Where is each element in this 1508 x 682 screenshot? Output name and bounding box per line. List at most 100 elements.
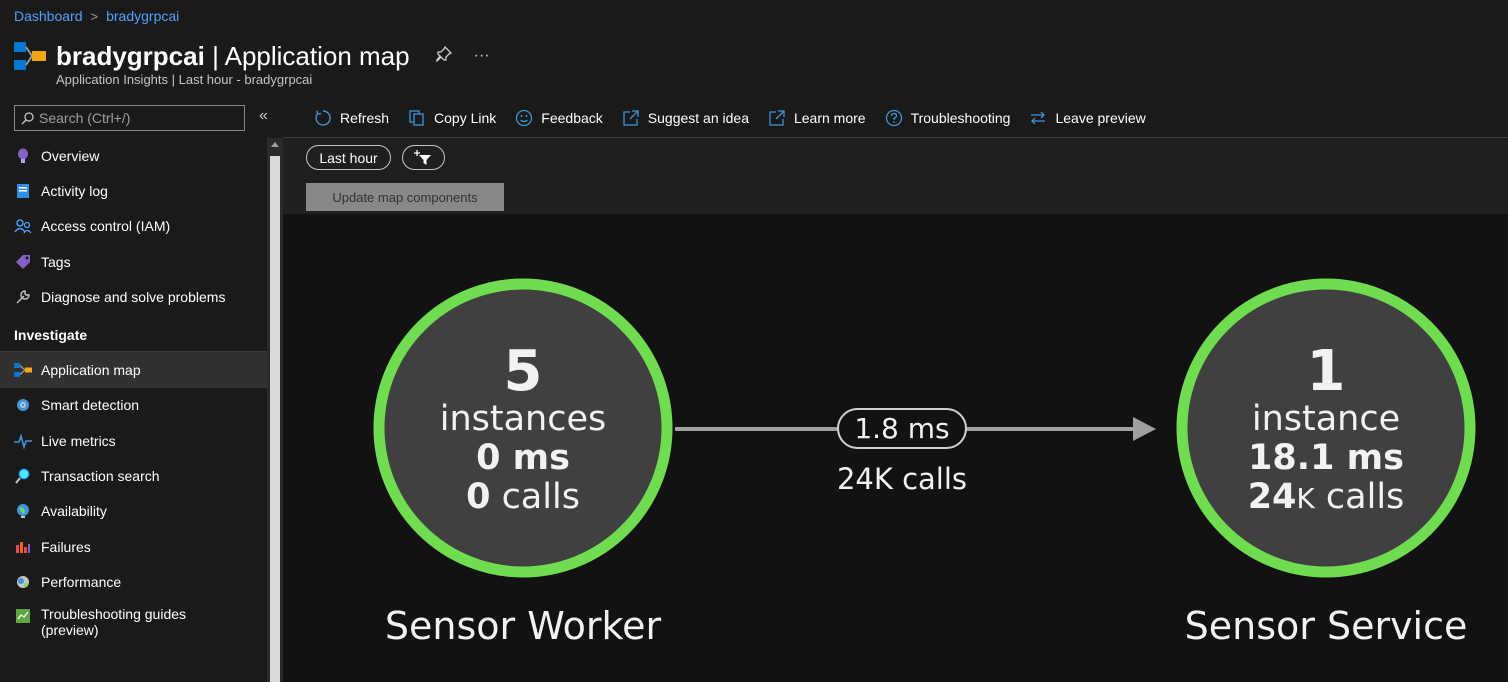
sidebar-item-iam[interactable]: Access control (IAM)	[0, 209, 267, 244]
breadcrumb-dashboard[interactable]: Dashboard	[14, 8, 83, 24]
edge-arrowhead-icon	[1133, 417, 1156, 441]
troubleshooting-label: Troubleshooting	[910, 109, 1011, 126]
sidebar-nav: Overview Activity log Access control (IA…	[0, 138, 267, 646]
breadcrumb-resource[interactable]: bradygrpcai	[106, 8, 179, 24]
failures-icon	[14, 538, 32, 556]
search-icon	[21, 111, 34, 124]
app-map-logo-icon	[14, 42, 46, 70]
sidebar-item-availability[interactable]: Availability	[0, 494, 267, 529]
activity-log-icon	[14, 182, 32, 200]
sidebar-item-label: Troubleshooting guides	[41, 605, 187, 622]
node-duration: 18.1 ms	[1248, 438, 1404, 478]
leave-preview-button[interactable]: Leave preview	[1028, 108, 1146, 128]
sidebar-section-investigate: Investigate	[0, 314, 267, 353]
node-instance-count: 5	[503, 339, 543, 404]
node-calls: 0 calls	[403, 477, 643, 517]
sidebar-item-label: Tags	[41, 253, 71, 270]
breadcrumb-separator: >	[90, 8, 99, 24]
sidebar-item-label: Live metrics	[41, 432, 116, 449]
sidebar-item-activity-log[interactable]: Activity log	[0, 173, 267, 208]
filter-bar: Last hour Update map components	[283, 138, 1508, 214]
collapse-sidebar-button[interactable]: «	[259, 107, 268, 125]
node-calls-value: 24	[1247, 477, 1297, 517]
sidebar-item-label: Diagnose and solve problems	[41, 288, 226, 305]
sidebar-scrollbar[interactable]	[267, 138, 283, 682]
leave-preview-label: Leave preview	[1055, 109, 1146, 126]
sidebar-item-live-metrics[interactable]: Live metrics	[0, 423, 267, 458]
node-instance-count: 1	[1306, 339, 1346, 404]
more-options-button[interactable]: ···	[474, 47, 490, 65]
sidebar-item-label: Application map	[41, 362, 141, 379]
add-filter-icon	[413, 149, 431, 165]
sidebar-item-performance[interactable]: Performance	[0, 564, 267, 599]
smiley-icon	[514, 108, 534, 128]
refresh-icon	[313, 108, 333, 128]
app-map-icon	[14, 361, 32, 379]
node-calls-value: 0	[466, 477, 491, 517]
command-bar: Refresh Copy Link Feedback Suggest an id…	[283, 98, 1508, 138]
sidebar-item-label: Availability	[41, 503, 107, 520]
node-name-sensor-worker[interactable]: Sensor Worker	[343, 604, 703, 648]
sidebar-item-label: Access control (IAM)	[41, 218, 171, 235]
performance-icon	[14, 573, 32, 591]
sidebar-item-label: Activity log	[41, 182, 108, 199]
sidebar-item-label: Failures	[41, 538, 91, 555]
sidebar-item-smart-detection[interactable]: Smart detection	[0, 388, 267, 423]
add-filter-button[interactable]	[402, 145, 445, 170]
copy-link-button[interactable]: Copy Link	[407, 108, 496, 128]
sidebar-item-failures[interactable]: Failures	[0, 529, 267, 564]
copy-link-label: Copy Link	[434, 109, 497, 126]
external-link-icon	[767, 108, 787, 128]
search-placeholder: Search (Ctrl+/)	[39, 110, 131, 126]
sidebar-item-label: Smart detection	[41, 397, 140, 414]
sidebar-item-tags[interactable]: Tags	[0, 244, 267, 279]
suggest-idea-label: Suggest an idea	[647, 109, 749, 126]
sidebar-item-label: Performance	[41, 573, 122, 590]
feedback-button[interactable]: Feedback	[514, 108, 603, 128]
troubleshooting-button[interactable]: Troubleshooting	[884, 108, 1011, 128]
time-range-pill[interactable]: Last hour	[306, 145, 391, 170]
node-name-sensor-service[interactable]: Sensor Service	[1136, 604, 1508, 648]
sidebar-item-application-map[interactable]: Application map	[0, 352, 267, 388]
resource-name: bradygrpcai	[56, 40, 205, 71]
sidebar: Search (Ctrl+/) « Overview Activity log …	[0, 98, 283, 682]
refresh-button[interactable]: Refresh	[313, 108, 389, 128]
scrollbar-thumb[interactable]	[270, 156, 280, 682]
breadcrumb: Dashboard > bradygrpcai	[14, 8, 179, 24]
node-calls-label: calls	[1325, 477, 1405, 517]
scroll-up-arrow-icon[interactable]	[271, 142, 279, 147]
sidebar-item-transaction-search[interactable]: Transaction search	[0, 458, 267, 493]
update-map-components-button[interactable]: Update map components	[306, 183, 504, 211]
help-icon	[884, 108, 904, 128]
sidebar-item-overview[interactable]: Overview	[0, 138, 267, 173]
sidebar-item-troubleshooting-guides[interactable]: Troubleshooting guides (preview)	[0, 600, 267, 646]
node-instance-label: instances	[439, 399, 607, 439]
overview-icon	[14, 147, 32, 165]
guides-icon	[14, 607, 32, 625]
sidebar-item-label: Transaction search	[41, 468, 160, 485]
external-link-icon	[621, 108, 641, 128]
node-calls-label: calls	[501, 477, 580, 517]
swap-arrows-icon	[1028, 108, 1048, 128]
suggest-idea-button[interactable]: Suggest an idea	[621, 108, 749, 128]
wrench-icon	[14, 288, 32, 306]
copy-icon	[407, 108, 427, 128]
iam-icon	[14, 217, 32, 235]
node-instance-label: instance	[1251, 399, 1401, 439]
page-subtitle: Application Insights | Last hour - brady…	[56, 72, 313, 87]
learn-more-button[interactable]: Learn more	[767, 108, 866, 128]
tag-icon	[14, 253, 32, 271]
sidebar-search-input[interactable]: Search (Ctrl+/)	[14, 105, 245, 131]
globe-icon	[14, 502, 32, 520]
page-title: bradygrpcai | Application map	[56, 41, 410, 72]
application-map-canvas: 1.8 ms 24K calls 5 instances 0 ms 0 call…	[283, 214, 1508, 682]
node-calls-unit: K	[1296, 482, 1315, 515]
sidebar-item-label: Overview	[41, 147, 100, 164]
sidebar-item-diagnose[interactable]: Diagnose and solve problems	[0, 279, 267, 314]
node-duration: 0 ms	[476, 438, 570, 478]
blade-title: | Application map	[212, 40, 410, 71]
node-calls: 24K calls	[1206, 477, 1446, 519]
sidebar-item-label-secondary: (preview)	[41, 621, 99, 638]
pin-icon[interactable]	[435, 45, 452, 67]
search-icon	[14, 467, 32, 485]
